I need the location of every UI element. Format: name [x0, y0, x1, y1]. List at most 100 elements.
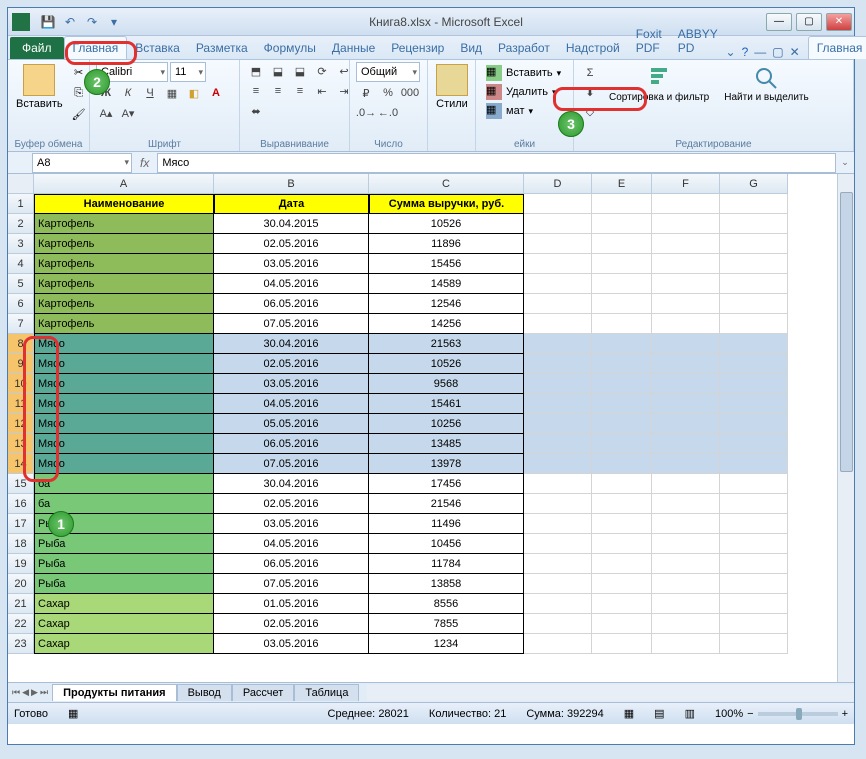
cell[interactable] — [720, 214, 788, 234]
row-header[interactable]: 4 — [8, 254, 34, 274]
cell[interactable]: Рыба — [34, 534, 214, 554]
cell[interactable] — [592, 554, 652, 574]
cell[interactable] — [652, 374, 720, 394]
cell[interactable] — [720, 634, 788, 654]
col-header-A[interactable]: A — [34, 174, 214, 194]
cell[interactable]: 30.04.2015 — [214, 214, 369, 234]
cell[interactable] — [592, 214, 652, 234]
cell[interactable] — [592, 374, 652, 394]
minimize-button[interactable]: — — [766, 13, 792, 31]
delete-button[interactable]: ▦Удалить▾ — [482, 83, 561, 101]
cell[interactable] — [524, 194, 592, 214]
cell[interactable] — [720, 454, 788, 474]
cell[interactable] — [652, 274, 720, 294]
paste-button[interactable]: Вставить — [14, 62, 65, 112]
vertical-scrollbar[interactable] — [837, 174, 854, 682]
cell[interactable] — [524, 254, 592, 274]
cell[interactable]: 03.05.2016 — [214, 514, 369, 534]
row-header[interactable]: 2 — [8, 214, 34, 234]
cell[interactable]: 03.05.2016 — [214, 254, 369, 274]
row-header[interactable]: 7 — [8, 314, 34, 334]
cell[interactable]: 8556 — [369, 594, 524, 614]
cell[interactable]: 13485 — [369, 434, 524, 454]
cell[interactable] — [592, 514, 652, 534]
cell[interactable] — [524, 414, 592, 434]
cell[interactable] — [720, 394, 788, 414]
format-button[interactable]: ▦мат▾ — [482, 102, 537, 120]
cell[interactable]: 02.05.2016 — [214, 234, 369, 254]
cell[interactable] — [720, 274, 788, 294]
sheet-tab[interactable]: Рассчет — [232, 684, 295, 701]
formula-expand-icon[interactable]: ⌄ — [836, 157, 854, 168]
undo-icon[interactable]: ↶ — [60, 12, 80, 32]
row-header[interactable]: 10 — [8, 374, 34, 394]
cell[interactable]: 21563 — [369, 334, 524, 354]
row-header[interactable]: 6 — [8, 294, 34, 314]
cell[interactable] — [524, 234, 592, 254]
cell[interactable] — [592, 574, 652, 594]
cell[interactable]: 03.05.2016 — [214, 374, 369, 394]
clear-icon[interactable]: ◇ — [580, 102, 600, 120]
cell[interactable] — [524, 514, 592, 534]
fill-color-icon[interactable]: ◧ — [184, 84, 204, 102]
cell[interactable]: Картофель — [34, 294, 214, 314]
cell[interactable] — [652, 214, 720, 234]
font-color-icon[interactable]: A — [206, 84, 226, 102]
cell[interactable]: 10256 — [369, 414, 524, 434]
cell[interactable] — [652, 194, 720, 214]
cell[interactable]: 11784 — [369, 554, 524, 574]
help-icon[interactable]: ? — [742, 45, 749, 59]
cell[interactable] — [592, 474, 652, 494]
cell[interactable]: Рыба — [34, 554, 214, 574]
cell[interactable] — [720, 374, 788, 394]
row-header[interactable]: 15 — [8, 474, 34, 494]
cell[interactable]: 14589 — [369, 274, 524, 294]
cell[interactable]: 14256 — [369, 314, 524, 334]
cell[interactable]: Картофель — [34, 234, 214, 254]
row-header[interactable]: 19 — [8, 554, 34, 574]
cell[interactable]: Мясо — [34, 334, 214, 354]
status-record-icon[interactable]: ▦ — [68, 707, 78, 720]
comma-icon[interactable]: 000 — [400, 84, 420, 102]
cell[interactable] — [524, 214, 592, 234]
cell[interactable] — [524, 314, 592, 334]
number-format-combo[interactable]: Общий — [356, 62, 420, 82]
cell[interactable]: 30.04.2016 — [214, 474, 369, 494]
cell[interactable]: 13978 — [369, 454, 524, 474]
cell[interactable]: 02.05.2016 — [214, 494, 369, 514]
cell[interactable]: 06.05.2016 — [214, 554, 369, 574]
cell[interactable] — [652, 634, 720, 654]
underline-icon[interactable]: Ч — [140, 84, 160, 102]
percent-icon[interactable]: % — [378, 84, 398, 102]
zoom-slider[interactable] — [758, 712, 838, 716]
doc-minimize-icon[interactable]: — — [754, 45, 766, 59]
cell[interactable] — [720, 434, 788, 454]
row-header[interactable]: 23 — [8, 634, 34, 654]
cell[interactable] — [524, 634, 592, 654]
name-box[interactable]: A8 — [32, 153, 132, 173]
cell[interactable]: 21546 — [369, 494, 524, 514]
styles-button[interactable]: Стили — [434, 62, 470, 112]
italic-icon[interactable]: К — [118, 84, 138, 102]
align-bottom-icon[interactable]: ⬓ — [290, 62, 310, 80]
cell[interactable] — [524, 274, 592, 294]
cell[interactable] — [720, 254, 788, 274]
cell[interactable] — [720, 514, 788, 534]
cell[interactable]: 02.05.2016 — [214, 354, 369, 374]
cell[interactable] — [524, 454, 592, 474]
cell[interactable] — [592, 454, 652, 474]
cell[interactable]: Сахар — [34, 614, 214, 634]
cell[interactable]: 11896 — [369, 234, 524, 254]
ribbon-tab[interactable]: Вид — [452, 37, 490, 59]
cell[interactable] — [652, 574, 720, 594]
cell[interactable]: 15461 — [369, 394, 524, 414]
ribbon-tab[interactable]: Главная — [64, 36, 128, 59]
align-center-icon[interactable]: ≡ — [268, 82, 288, 100]
view-normal-icon[interactable]: ▦ — [624, 707, 634, 720]
cell[interactable] — [720, 534, 788, 554]
cell[interactable]: Рыба — [34, 574, 214, 594]
cell[interactable] — [592, 634, 652, 654]
sheet-tab[interactable]: Таблица — [294, 684, 359, 701]
insert-button[interactable]: ▦Вставить▾ — [482, 64, 565, 82]
cell[interactable] — [592, 294, 652, 314]
